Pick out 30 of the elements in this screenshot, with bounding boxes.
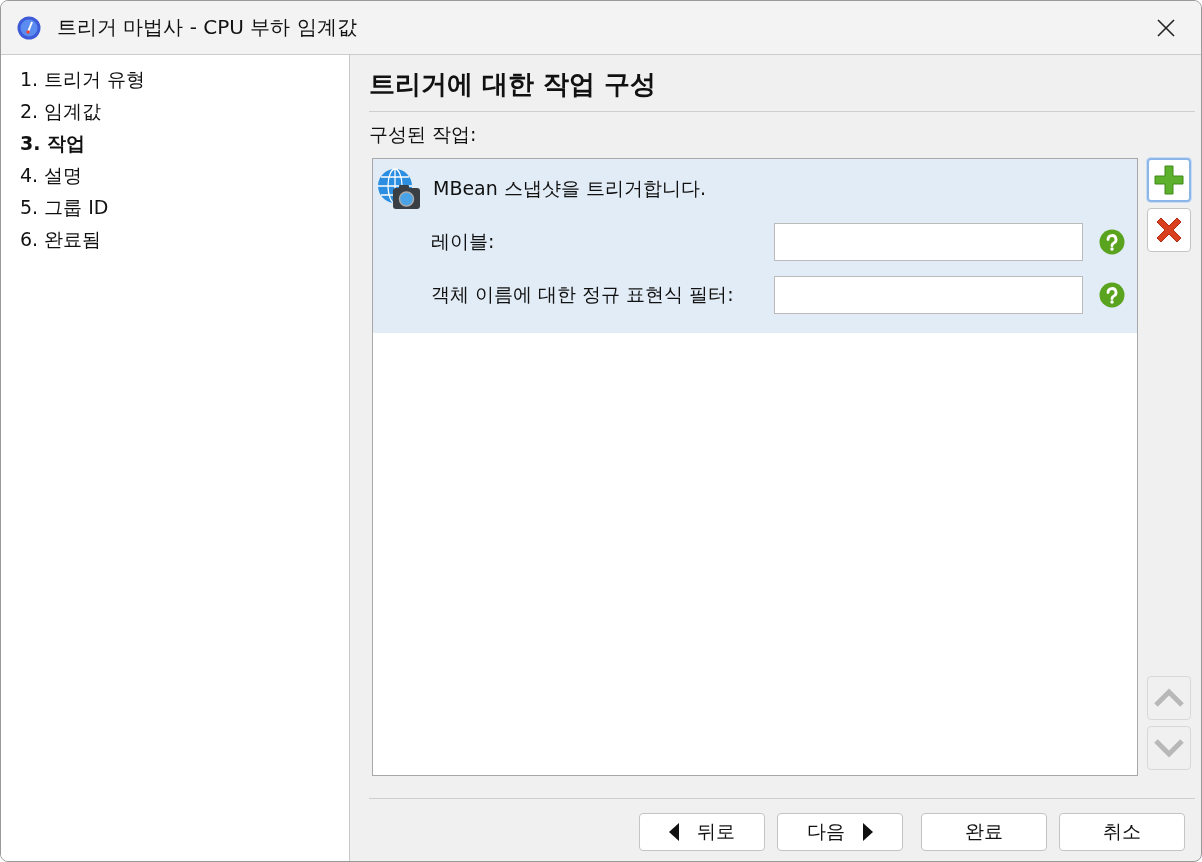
wizard-button[interactable]: 완료 <box>921 813 1047 851</box>
wizard-step: 2. 임계값 <box>20 95 349 127</box>
wizard-step: 3. 작업 <box>20 127 349 159</box>
actions-label: 구성된 작업: <box>369 122 478 147</box>
wizard-step: 1. 트리거 유형 <box>20 63 349 95</box>
globe-camera-icon <box>377 168 421 210</box>
app-gauge-icon <box>17 15 41 40</box>
close-icon <box>1156 17 1176 38</box>
input-field[interactable] <box>774 223 1083 261</box>
wizard-button[interactable]: 뒤로 <box>639 813 765 851</box>
action-title: MBean 스냅샷을 트리거합니다. <box>433 176 706 201</box>
field-label: 레이블: <box>431 229 496 254</box>
wizard-step: 4. 설명 <box>20 159 349 191</box>
add-button[interactable] <box>1147 158 1191 202</box>
wizard-button[interactable]: 다음 <box>777 813 903 851</box>
input-field[interactable] <box>774 276 1083 314</box>
help-icon <box>1099 282 1125 308</box>
remove-button[interactable] <box>1147 208 1191 252</box>
wizard-step: 5. 그룹 ID <box>20 191 349 223</box>
triangle-left-icon <box>669 823 679 841</box>
action-item[interactable]: MBean 스냅샷을 트리거합니다. 레이블: 객체 이름에 대한 정규 표현식 필터: <box>373 159 1137 333</box>
help-icon <box>1099 229 1125 255</box>
wizard-button[interactable]: 취소 <box>1059 813 1185 851</box>
field-label: 객체 이름에 대한 정규 표현식 필터: <box>431 282 735 307</box>
wizard-step: 6. 완료됨 <box>20 223 349 255</box>
x-icon <box>1154 215 1184 245</box>
window-title: 트리거 마법사 - CPU 부하 임계값 <box>57 14 358 41</box>
triangle-right-icon <box>863 823 873 841</box>
page-heading: 트리거에 대한 작업 구성 <box>369 67 1195 112</box>
plus-icon <box>1153 164 1185 196</box>
